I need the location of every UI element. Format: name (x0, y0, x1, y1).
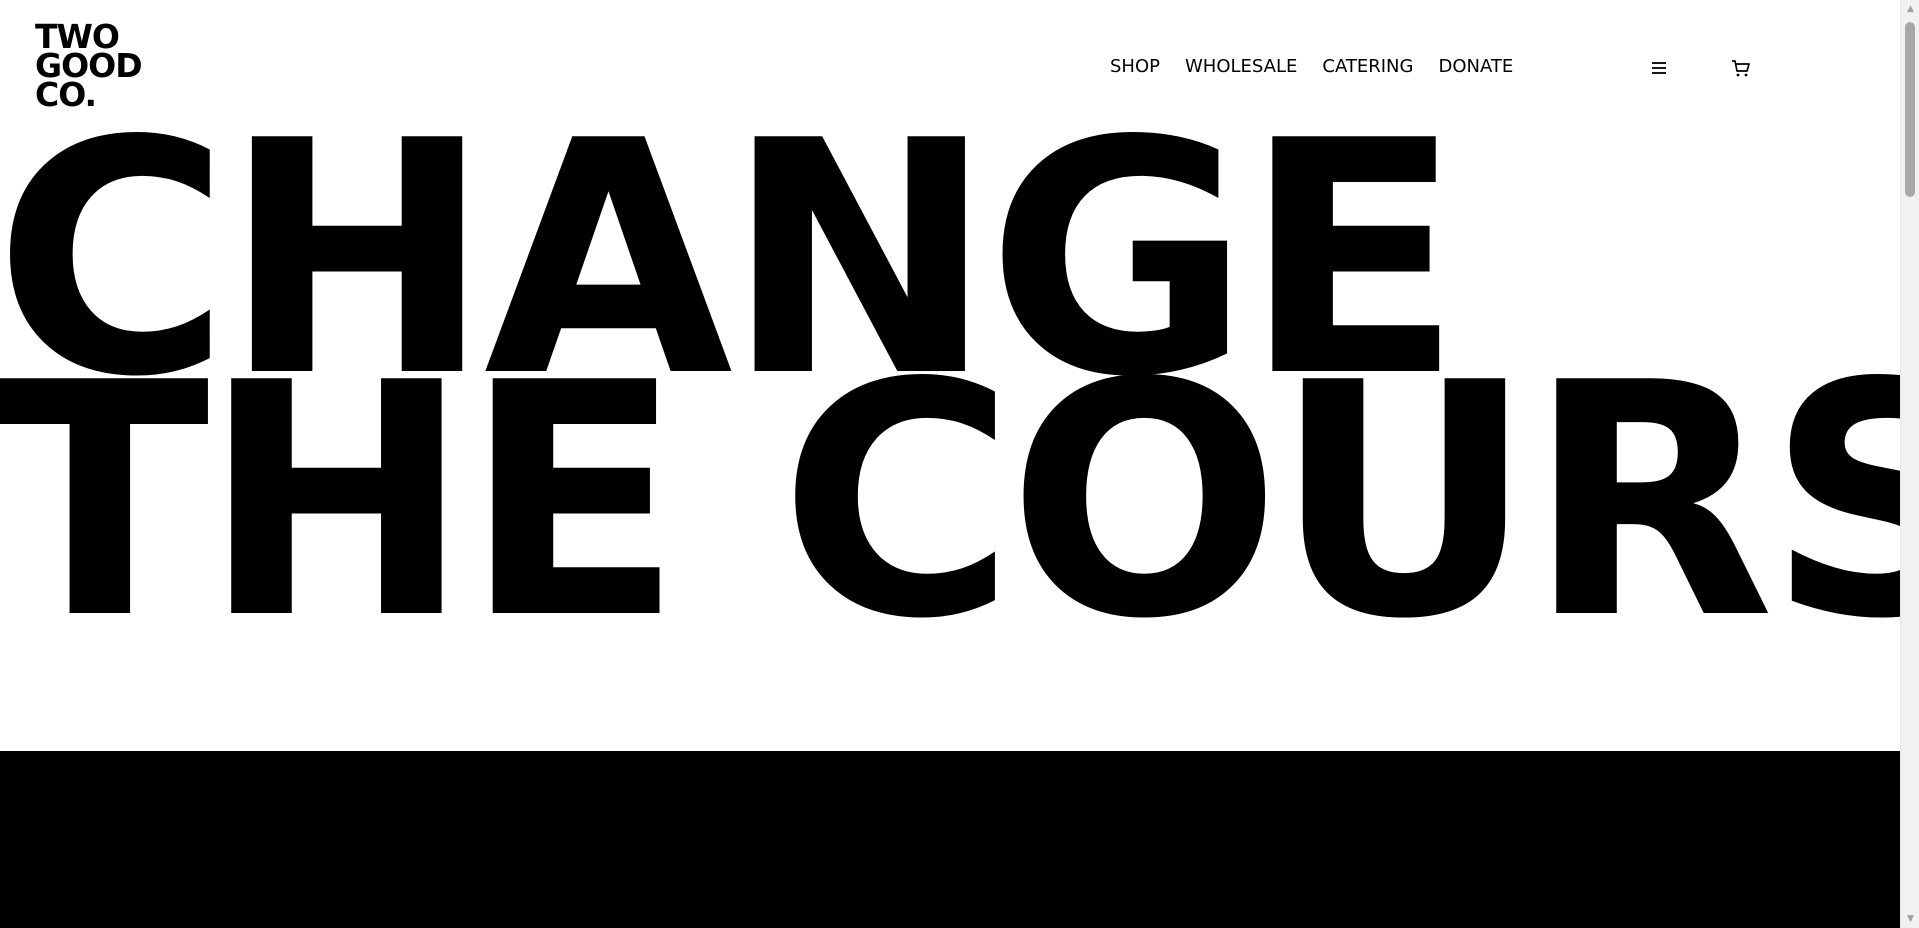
dark-section (0, 751, 1900, 928)
scroll-up-icon[interactable]: ▲ (1901, 0, 1919, 18)
hero-headline: CHANGE THE COURSE (0, 99, 1900, 689)
cart-icon[interactable] (1729, 56, 1753, 80)
menu-icon[interactable] (1647, 56, 1671, 80)
vertical-scrollbar[interactable]: ▲ ▼ (1900, 0, 1919, 928)
scroll-down-icon[interactable]: ▼ (1901, 910, 1919, 928)
hero-line-2: THE COURSE (0, 314, 1900, 689)
page: TWO GOOD CO. SHOP WHOLESALE CATERING DON… (0, 0, 1919, 928)
content-area: TWO GOOD CO. SHOP WHOLESALE CATERING DON… (0, 0, 1900, 928)
scroll-thumb[interactable] (1905, 22, 1915, 197)
